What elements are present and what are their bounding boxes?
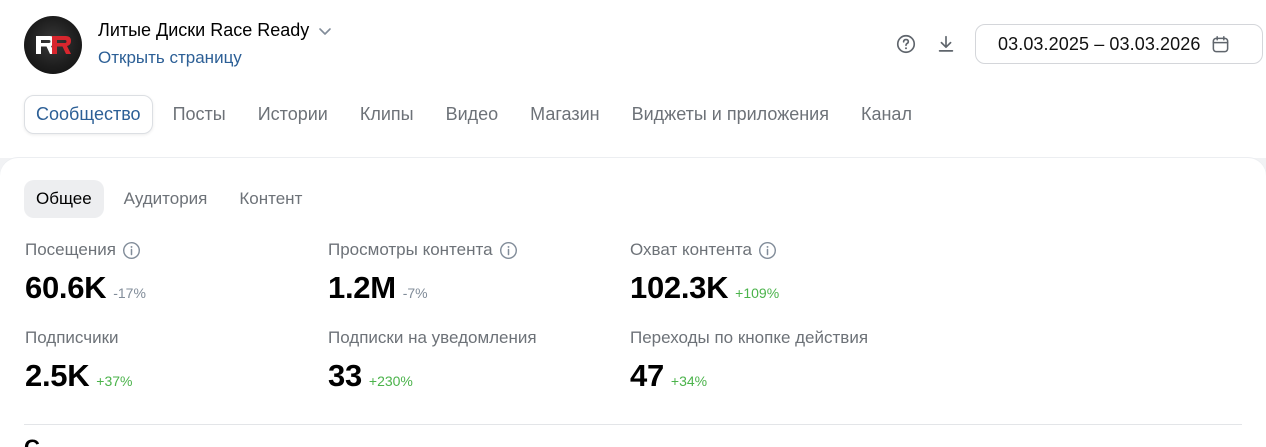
info-icon[interactable] [758,241,777,260]
metric-content-reach: Охват контента 102.3K +109% [630,240,779,306]
tab-widgets-apps[interactable]: Виджеты и приложения [616,95,845,134]
tab-stories[interactable]: Истории [242,95,344,134]
metric-change: +34% [670,373,708,389]
download-button[interactable] [934,32,958,56]
group-avatar[interactable] [24,16,82,74]
info-icon[interactable] [122,241,141,260]
tab-channel[interactable]: Канал [845,95,928,134]
metric-value: 1.2M [328,270,396,305]
chevron-down-icon [317,23,333,39]
metric-label: Подписчики [25,328,119,347]
metric-change: +109% [735,285,780,301]
metric-subscribers: Подписчики 2.5K +37% [25,328,133,394]
calendar-icon [1212,35,1228,52]
metric-label: Посещения [25,240,116,259]
open-page-link[interactable]: Открыть страницу [98,48,242,68]
metric-visits: Посещения 60.6K -17% [25,240,146,306]
help-button[interactable] [894,32,918,56]
metric-value: 60.6K [25,270,107,305]
group-name: Литые Диски Race Ready [98,20,310,40]
next-section-title: С [24,435,40,447]
tab-community[interactable]: Сообщество [24,95,153,134]
metric-action-button-clicks: Переходы по кнопке действия 47 +34% [630,328,868,394]
race-ready-logo [36,36,71,54]
tab-clips[interactable]: Клипы [344,95,430,134]
metric-change: +230% [368,373,413,389]
metric-change: +37% [96,373,133,389]
date-range-picker[interactable]: 03.03.2025 – 03.03.2026 [975,24,1263,64]
tab-posts[interactable]: Посты [157,95,242,134]
metric-value: 2.5K [25,358,90,393]
metric-value: 33 [328,358,362,393]
metric-notification-subscriptions: Подписки на уведомления 33 +230% [328,328,537,394]
tab-shop[interactable]: Магазин [514,95,615,134]
subtab-general[interactable]: Общее [24,180,104,218]
metric-label: Просмотры контента [328,240,493,259]
metric-change: -17% [113,285,146,301]
tab-video[interactable]: Видео [430,95,515,134]
subtab-content[interactable]: Контент [223,180,318,218]
help-circle-icon [896,34,916,54]
date-range-text: 03.03.2025 – 03.03.2026 [998,33,1201,54]
metric-value: 47 [630,358,664,393]
download-icon [938,35,954,52]
metric-value: 102.3K [630,270,729,305]
info-icon[interactable] [499,241,518,260]
page-header: Литые Диски Race Ready Открыть страницу … [0,0,1266,158]
metric-label: Переходы по кнопке действия [630,328,869,347]
metric-change: -7% [402,285,428,301]
sub-tabs: Общее Аудитория Контент [24,180,318,218]
subtab-audience[interactable]: Аудитория [108,180,224,218]
section-divider [24,424,1242,425]
main-tabs: Сообщество Посты Истории Клипы Видео Маг… [24,95,928,134]
metric-content-views: Просмотры контента 1.2M -7% [328,240,518,306]
stats-panel: Общее Аудитория Контент Посещения 60.6K … [0,158,1266,447]
metric-label: Охват контента [630,240,752,259]
group-name-selector[interactable]: Литые Диски Race Ready [98,20,333,41]
metric-label: Подписки на уведомления [328,328,537,347]
